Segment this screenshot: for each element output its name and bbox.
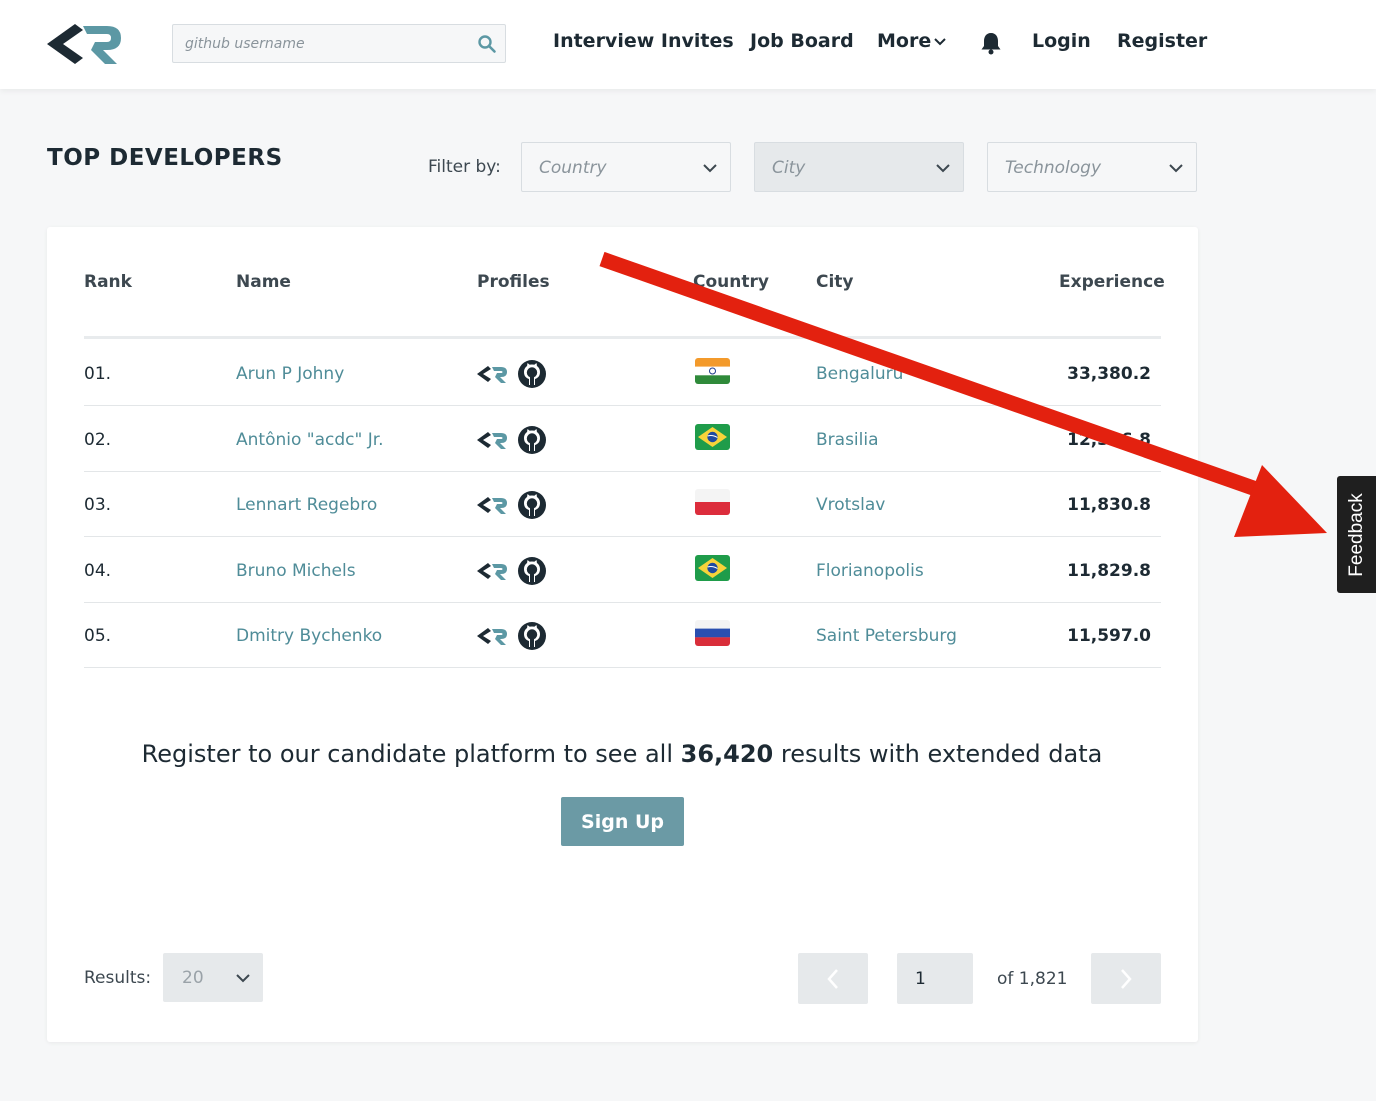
brazil-flag-icon: [695, 424, 730, 450]
nav-more-dropdown[interactable]: More: [877, 30, 947, 52]
developer-name-link[interactable]: Lennart Regebro: [236, 495, 377, 515]
city-link[interactable]: Vrotslav: [816, 495, 885, 515]
register-prompt-before: Register to our candidate platform to se…: [142, 740, 681, 768]
results-count: 36,420: [681, 740, 774, 768]
experience-cell: 11,597.0: [1067, 626, 1151, 646]
rank-cell: 02.: [84, 430, 111, 450]
chevron-down-icon: [1168, 160, 1184, 176]
column-header-city: City: [816, 272, 854, 292]
rank-cell: 05.: [84, 626, 111, 646]
page-title: TOP DEVELOPERS: [47, 145, 283, 171]
chevron-down-icon: [702, 160, 718, 176]
city-link[interactable]: Brasilia: [816, 430, 879, 450]
site-profile-icon[interactable]: [476, 626, 508, 646]
table-header-divider: [84, 336, 1161, 339]
russia-flag-icon: [695, 620, 730, 646]
column-header-country: Country: [693, 272, 769, 292]
city-link[interactable]: Florianopolis: [816, 561, 924, 581]
sign-up-button[interactable]: Sign Up: [561, 797, 684, 846]
table-row: 03. Lennart Regebro Vrotslav 11,830.8: [84, 471, 1161, 537]
india-flag-icon: [695, 358, 730, 384]
current-page-value: 1: [915, 969, 926, 989]
experience-cell: 12,316.8: [1067, 430, 1151, 450]
technology-filter-value: Technology: [1005, 158, 1101, 178]
github-icon[interactable]: [516, 620, 548, 652]
site-profile-icon[interactable]: [476, 561, 508, 581]
site-logo-icon[interactable]: [45, 20, 123, 68]
table-row: 05. Dmitry Bychenko Saint Petersburg 11,…: [84, 602, 1161, 668]
developer-name-link[interactable]: Bruno Michels: [236, 561, 356, 581]
chevron-down-icon: [933, 35, 947, 49]
results-per-page-select[interactable]: 20: [163, 953, 263, 1002]
bell-icon[interactable]: [980, 31, 1002, 55]
experience-cell: 11,830.8: [1067, 495, 1151, 515]
nav-interview-invites[interactable]: Interview Invites: [553, 30, 734, 52]
next-page-button[interactable]: [1091, 953, 1161, 1004]
github-username-search: [172, 24, 506, 63]
rank-cell: 01.: [84, 364, 111, 384]
table-row: 01. Arun P Johny Bengaluru 33,380.2: [84, 340, 1161, 406]
developer-name-link[interactable]: Dmitry Bychenko: [236, 626, 382, 646]
total-pages-label: of 1,821: [997, 969, 1067, 989]
rank-cell: 03.: [84, 495, 111, 515]
feedback-tab[interactable]: Feedback: [1337, 476, 1376, 593]
nav-more-label: More: [877, 30, 931, 52]
city-link[interactable]: Saint Petersburg: [816, 626, 957, 646]
city-link[interactable]: Bengaluru: [816, 364, 903, 384]
register-prompt: Register to our candidate platform to se…: [0, 740, 1244, 768]
column-header-experience: Experience: [1059, 272, 1165, 292]
poland-flag-icon: [695, 489, 730, 515]
city-filter-select[interactable]: City: [754, 142, 964, 192]
github-icon[interactable]: [516, 358, 548, 390]
chevron-down-icon: [935, 160, 951, 176]
developer-name-link[interactable]: Antônio "acdc" Jr.: [236, 430, 384, 450]
site-profile-icon[interactable]: [476, 364, 508, 384]
brazil-flag-icon: [695, 555, 730, 581]
country-filter-value: Country: [539, 158, 607, 178]
results-per-page-label: Results:: [84, 968, 151, 988]
register-prompt-after: results with extended data: [773, 740, 1102, 768]
nav-job-board[interactable]: Job Board: [750, 30, 854, 52]
chevron-right-icon: [1118, 968, 1134, 990]
chevron-down-icon: [235, 970, 251, 986]
nav-register[interactable]: Register: [1117, 30, 1207, 52]
technology-filter-select[interactable]: Technology: [987, 142, 1197, 192]
column-header-name: Name: [236, 272, 291, 292]
developer-name-link[interactable]: Arun P Johny: [236, 364, 344, 384]
chevron-left-icon: [825, 968, 841, 990]
column-header-profiles: Profiles: [477, 272, 550, 292]
search-icon[interactable]: [477, 34, 497, 54]
github-icon[interactable]: [516, 555, 548, 587]
page-number-input[interactable]: 1: [897, 953, 973, 1004]
nav-login[interactable]: Login: [1032, 30, 1091, 52]
site-profile-icon[interactable]: [476, 495, 508, 515]
experience-cell: 33,380.2: [1067, 364, 1151, 384]
city-filter-value: City: [772, 158, 805, 178]
search-input[interactable]: [173, 25, 463, 62]
rank-cell: 04.: [84, 561, 111, 581]
site-profile-icon[interactable]: [476, 430, 508, 450]
top-navigation-bar: Interview Invites Job Board More Login R…: [0, 0, 1376, 89]
filter-label: Filter by:: [428, 157, 501, 177]
feedback-tab-label: Feedback: [1346, 493, 1368, 576]
country-filter-select[interactable]: Country: [521, 142, 731, 192]
github-icon[interactable]: [516, 424, 548, 456]
column-header-rank: Rank: [84, 272, 132, 292]
table-row: 02. Antônio "acdc" Jr. Brasilia 12,316.8: [84, 406, 1161, 472]
table-row: 04. Bruno Michels Florianopolis 11,829.8: [84, 537, 1161, 603]
github-icon[interactable]: [516, 489, 548, 521]
previous-page-button[interactable]: [798, 953, 868, 1004]
results-per-page-value: 20: [182, 968, 204, 988]
experience-cell: 11,829.8: [1067, 561, 1151, 581]
